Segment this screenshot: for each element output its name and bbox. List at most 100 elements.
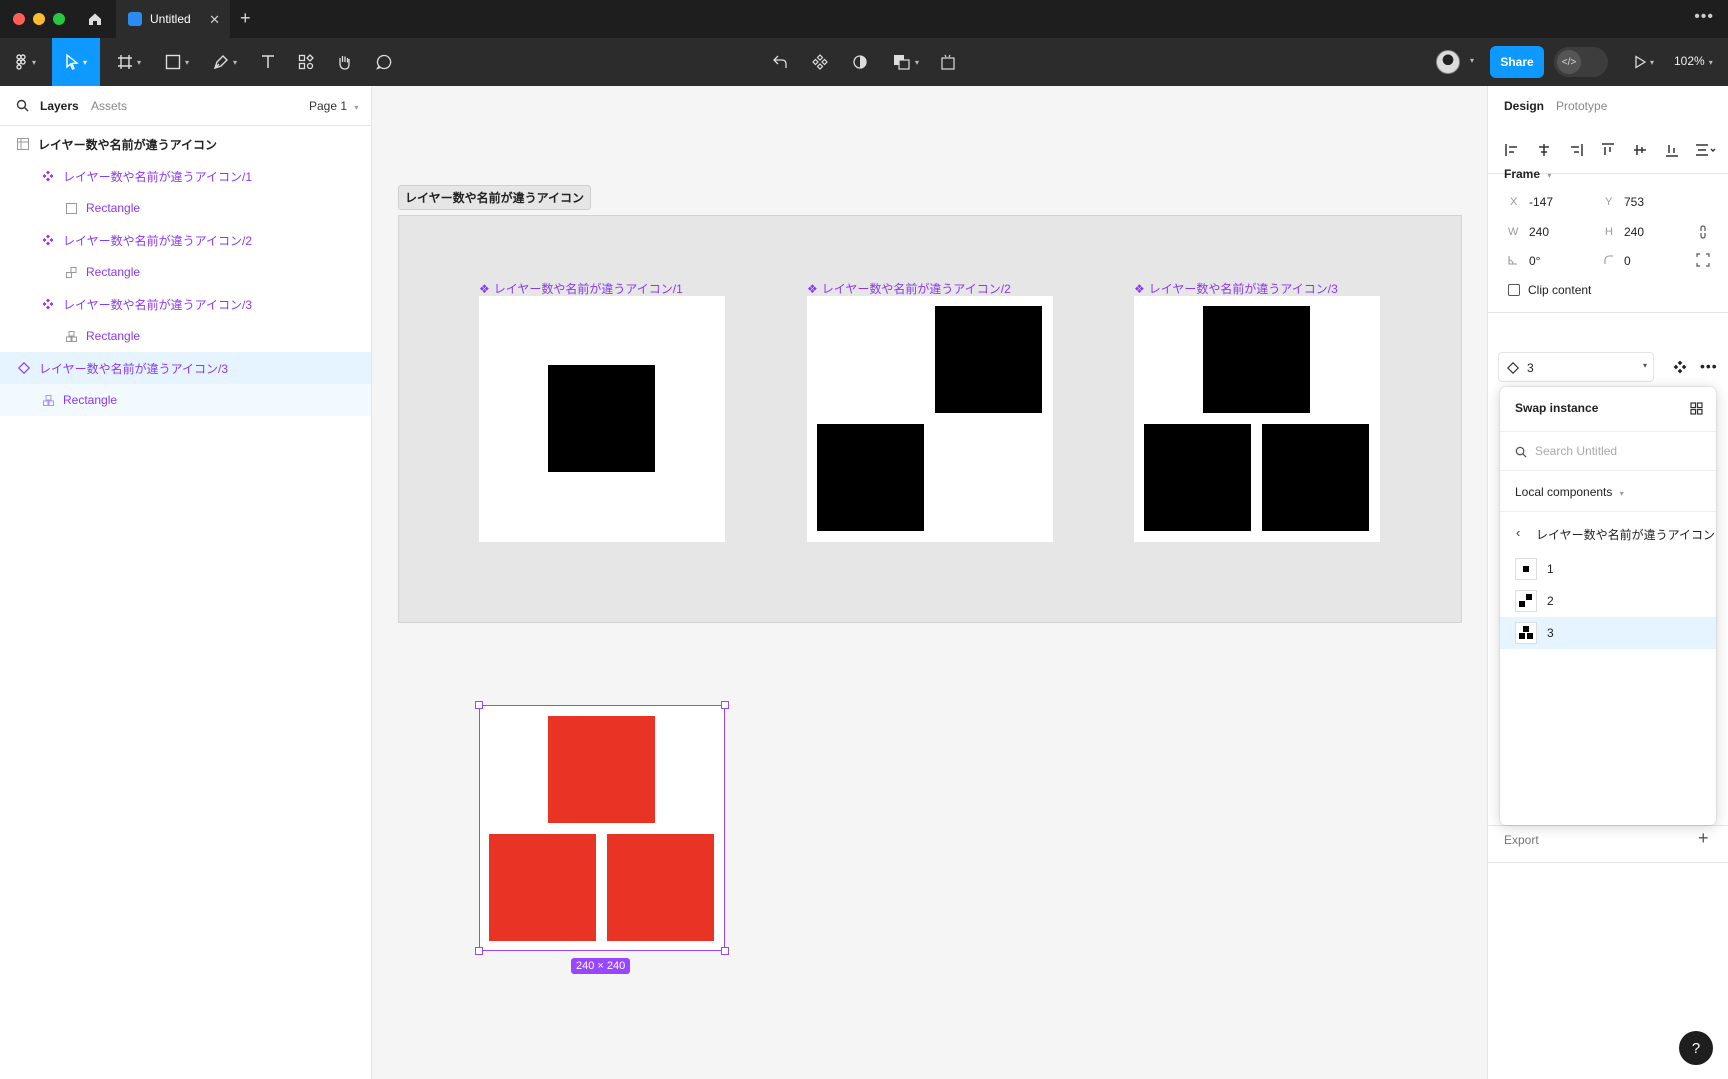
comment-tool[interactable] [370,38,398,86]
selected-instance[interactable] [479,705,725,951]
swap-component-item[interactable]: 2 [1500,585,1716,617]
avatar[interactable] [1436,50,1460,74]
comment-icon [376,54,392,70]
align-horizontal-center-icon[interactable] [1536,142,1552,158]
resize-handle-bottom-left[interactable] [475,947,483,955]
crop-button[interactable] [934,38,962,86]
add-export-icon[interactable]: + [1698,828,1709,849]
folder-back-row[interactable]: ‹ レイヤー数や名前が違うアイコン [1500,517,1716,549]
text-tool[interactable] [254,38,282,86]
component-icon[interactable] [1673,360,1687,374]
zoom-window-button[interactable] [53,13,65,25]
dev-mode-toggle[interactable]: </> [1554,47,1608,77]
swap-search-box[interactable]: Search Untitled [1500,431,1716,471]
component-name: 3 [1547,626,1554,640]
search-icon[interactable] [16,99,29,112]
radius-input[interactable]: 0 [1624,254,1631,268]
frame-section-title[interactable]: Frame ▾ [1504,167,1551,181]
frame-tool[interactable]: ▾ [110,38,148,86]
grid-view-icon[interactable] [1690,402,1703,415]
help-button[interactable]: ? [1679,1031,1713,1065]
layer-rectangle-child[interactable]: Rectangle [0,384,371,416]
boolean-button[interactable]: ▾ [886,38,926,86]
close-window-button[interactable] [13,13,25,25]
resize-handle-bottom-right[interactable] [721,947,729,955]
instance-select[interactable]: 3 ▾ [1498,352,1654,382]
distribute-icon[interactable] [1694,142,1718,158]
w-input[interactable]: 240 [1529,225,1549,239]
layer-rectangle[interactable]: Rectangle [0,256,371,288]
component-1[interactable] [479,296,725,542]
layer-rectangle[interactable]: Rectangle [0,192,371,224]
component-label-1[interactable]: ❖ レイヤー数や名前が違うアイコン/1 [479,280,683,297]
constrain-proportions-icon[interactable] [1698,225,1708,239]
main-menu-button[interactable]: ▾ [8,38,44,86]
align-right-icon[interactable] [1568,142,1584,158]
close-icon[interactable]: ✕ [209,12,220,28]
tab-prototype[interactable]: Prototype [1556,99,1607,113]
more-icon[interactable]: ••• [1694,8,1714,26]
chevron-down-icon[interactable]: ▾ [1470,56,1474,65]
layer-rectangle[interactable]: Rectangle [0,320,371,352]
tab-design[interactable]: Design [1504,99,1544,113]
move-tool[interactable]: ▾ [52,38,100,86]
rotation-input[interactable]: 0° [1529,254,1540,268]
search-input[interactable]: Search Untitled [1535,444,1617,458]
home-icon[interactable] [78,0,112,38]
layer-component-2[interactable]: レイヤー数や名前が違うアイコン/2 [0,224,371,256]
library-selector[interactable]: Local components ▾ [1515,485,1624,499]
layer-name: レイヤー数や名前が違うアイコン/3 [63,297,253,312]
h-input[interactable]: 240 [1624,225,1644,239]
layer-frame[interactable]: レイヤー数や名前が違うアイコン [0,128,371,160]
swap-instance-popover: Swap instance Search Untitled Local comp… [1500,387,1716,825]
swap-component-item-selected[interactable]: 3 [1500,617,1716,649]
page-selector[interactable]: Page 1 ▾ [309,99,358,113]
instance-icon [1507,362,1519,374]
play-icon [1635,55,1646,69]
zoom-level[interactable]: 102% ▾ [1674,54,1713,68]
resources-tool[interactable] [292,38,320,86]
tab-assets[interactable]: Assets [91,99,127,113]
export-section-title[interactable]: Export [1504,833,1539,847]
independent-corners-icon[interactable] [1696,253,1710,267]
layer-name: Rectangle [86,329,141,343]
frame-label[interactable]: レイヤー数や名前が違うアイコン [398,185,592,210]
minimize-window-button[interactable] [33,13,45,25]
layer-name: レイヤー数や名前が違うアイコン/1 [63,169,253,184]
go-to-main-component-button[interactable] [766,38,794,86]
layer-name: レイヤー数や名前が違うアイコン/3 [39,361,229,376]
component-icon: ❖ [1134,281,1145,296]
align-bottom-icon[interactable] [1664,142,1680,158]
file-tab[interactable]: Untitled ✕ [116,0,230,38]
component-label-3[interactable]: ❖ レイヤー数や名前が違うアイコン/3 [1134,280,1338,297]
pen-tool[interactable]: ▾ [206,38,244,86]
align-left-icon[interactable] [1504,142,1520,158]
swap-component-item[interactable]: 1 [1500,553,1716,585]
tab-layers[interactable]: Layers [40,99,79,113]
component-3[interactable] [1134,296,1380,542]
clip-content-checkbox[interactable] [1508,284,1520,296]
mask-button[interactable] [846,38,874,86]
more-options-icon[interactable]: ••• [1700,358,1718,374]
frame-icon [16,137,30,151]
hand-tool[interactable] [330,38,358,86]
align-top-icon[interactable] [1600,142,1616,158]
share-button[interactable]: Share [1490,46,1544,78]
layer-instance-selected[interactable]: レイヤー数や名前が違うアイコン/3 [0,352,371,384]
component-2[interactable] [807,296,1053,542]
component-label-2[interactable]: ❖ レイヤー数や名前が違うアイコン/2 [807,280,1011,297]
resize-handle-top-left[interactable] [475,701,483,709]
layer-component-1[interactable]: レイヤー数や名前が違うアイコン/1 [0,160,371,192]
divider [1500,511,1716,512]
create-component-button[interactable] [806,38,834,86]
shape-tool[interactable]: ▾ [158,38,196,86]
x-input[interactable]: -147 [1529,195,1553,209]
text-icon [262,55,274,68]
h-label: H [1605,226,1613,238]
layer-component-3[interactable]: レイヤー数や名前が違うアイコン/3 [0,288,371,320]
y-input[interactable]: 753 [1624,195,1644,209]
new-tab-button[interactable]: + [240,8,251,29]
align-vertical-center-icon[interactable] [1632,142,1648,158]
resize-handle-top-right[interactable] [721,701,729,709]
present-button[interactable]: ▾ [1626,38,1662,86]
